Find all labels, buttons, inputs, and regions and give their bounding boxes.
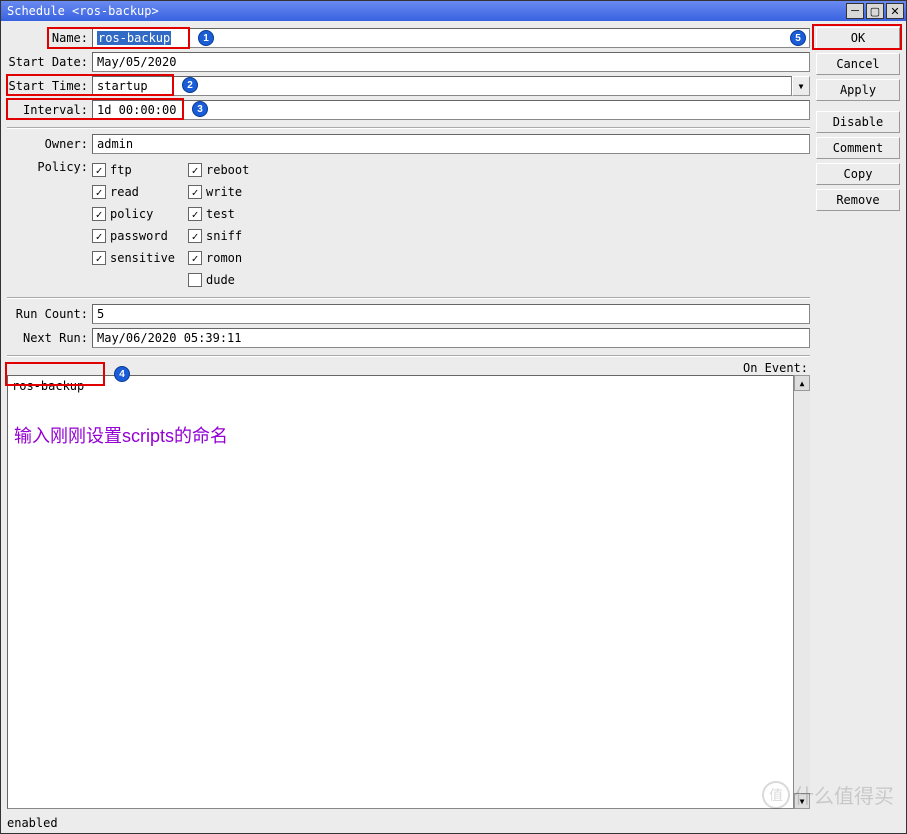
- run-count-input[interactable]: 5: [92, 304, 810, 324]
- apply-button[interactable]: Apply: [816, 79, 900, 101]
- annotation-badge-4: 4: [114, 366, 130, 382]
- checkbox-icon: ✓: [188, 207, 202, 221]
- checkbox-icon: ✓: [92, 207, 106, 221]
- policy-read[interactable]: ✓read: [92, 181, 188, 203]
- checkbox-icon: ✓: [188, 163, 202, 177]
- start-date-label: Start Date:: [7, 55, 92, 69]
- owner-row: Owner: admin: [7, 133, 810, 155]
- checkbox-icon: ✓: [188, 251, 202, 265]
- checkbox-icon: ✓: [92, 163, 106, 177]
- divider: [7, 355, 810, 357]
- checkbox-icon: ✓: [188, 185, 202, 199]
- checkbox-icon: ✓: [92, 251, 106, 265]
- policy-dude[interactable]: dude: [188, 269, 288, 291]
- divider: [7, 297, 810, 299]
- policy-ftp[interactable]: ✓ftp: [92, 159, 188, 181]
- interval-row: Interval: 1d 00:00:00: [7, 99, 810, 121]
- scrollbar[interactable]: ▲ ▼: [794, 375, 810, 809]
- checkbox-icon: ✓: [188, 229, 202, 243]
- start-time-row: Start Time: startup ▼: [7, 75, 810, 97]
- annotation-badge-1: 1: [198, 30, 214, 46]
- maximize-button[interactable]: ▢: [866, 3, 884, 19]
- next-run-row: Next Run: May/06/2020 05:39:11: [7, 327, 810, 349]
- policy-password[interactable]: ✓password: [92, 225, 188, 247]
- titlebar: Schedule <ros-backup> ─ ▢ ✕: [1, 1, 906, 21]
- on-event-textarea[interactable]: ros-backup 输入刚刚设置scripts的命名: [7, 375, 794, 809]
- policy-policy[interactable]: ✓policy: [92, 203, 188, 225]
- policy-row: Policy: ✓ftp ✓read ✓policy ✓password ✓se…: [7, 157, 810, 291]
- next-run-input[interactable]: May/06/2020 05:39:11: [92, 328, 810, 348]
- next-run-label: Next Run:: [7, 331, 92, 345]
- start-time-label: Start Time:: [7, 79, 92, 93]
- comment-button[interactable]: Comment: [816, 137, 900, 159]
- checkbox-icon: ✓: [92, 185, 106, 199]
- run-count-row: Run Count: 5: [7, 303, 810, 325]
- checkbox-icon: [188, 273, 202, 287]
- policy-reboot[interactable]: ✓reboot: [188, 159, 288, 181]
- name-row: Name: ros-backup: [7, 27, 810, 49]
- policy-sensitive[interactable]: ✓sensitive: [92, 247, 188, 269]
- ok-button[interactable]: OK: [816, 27, 900, 49]
- watermark: 值 什么值得买: [762, 780, 894, 809]
- annotation-badge-5: 5: [790, 30, 806, 46]
- disable-button[interactable]: Disable: [816, 111, 900, 133]
- start-date-input[interactable]: May/05/2020: [92, 52, 810, 72]
- status-bar: enabled: [1, 815, 906, 833]
- start-time-dropdown-icon[interactable]: ▼: [792, 76, 810, 96]
- scroll-up-icon[interactable]: ▲: [794, 375, 810, 391]
- owner-input[interactable]: admin: [92, 134, 810, 154]
- interval-label: Interval:: [7, 103, 92, 117]
- remove-button[interactable]: Remove: [816, 189, 900, 211]
- start-date-row: Start Date: May/05/2020: [7, 51, 810, 73]
- checkbox-icon: ✓: [92, 229, 106, 243]
- owner-label: Owner:: [7, 137, 92, 151]
- policy-write[interactable]: ✓write: [188, 181, 288, 203]
- copy-button[interactable]: Copy: [816, 163, 900, 185]
- annotation-text: 输入刚刚设置scripts的命名: [14, 422, 228, 448]
- policy-label: Policy:: [7, 157, 92, 174]
- divider: [7, 127, 810, 129]
- window-title: Schedule <ros-backup>: [7, 4, 844, 18]
- annotation-badge-2: 2: [182, 77, 198, 93]
- name-label: Name:: [7, 31, 92, 45]
- annotation-badge-3: 3: [192, 101, 208, 117]
- minimize-button[interactable]: ─: [846, 3, 864, 19]
- policy-sniff[interactable]: ✓sniff: [188, 225, 288, 247]
- policy-test[interactable]: ✓test: [188, 203, 288, 225]
- cancel-button[interactable]: Cancel: [816, 53, 900, 75]
- close-button[interactable]: ✕: [886, 3, 904, 19]
- run-count-label: Run Count:: [7, 307, 92, 321]
- policy-romon[interactable]: ✓romon: [188, 247, 288, 269]
- side-buttons: OK Cancel Apply Disable Comment Copy Rem…: [816, 27, 900, 809]
